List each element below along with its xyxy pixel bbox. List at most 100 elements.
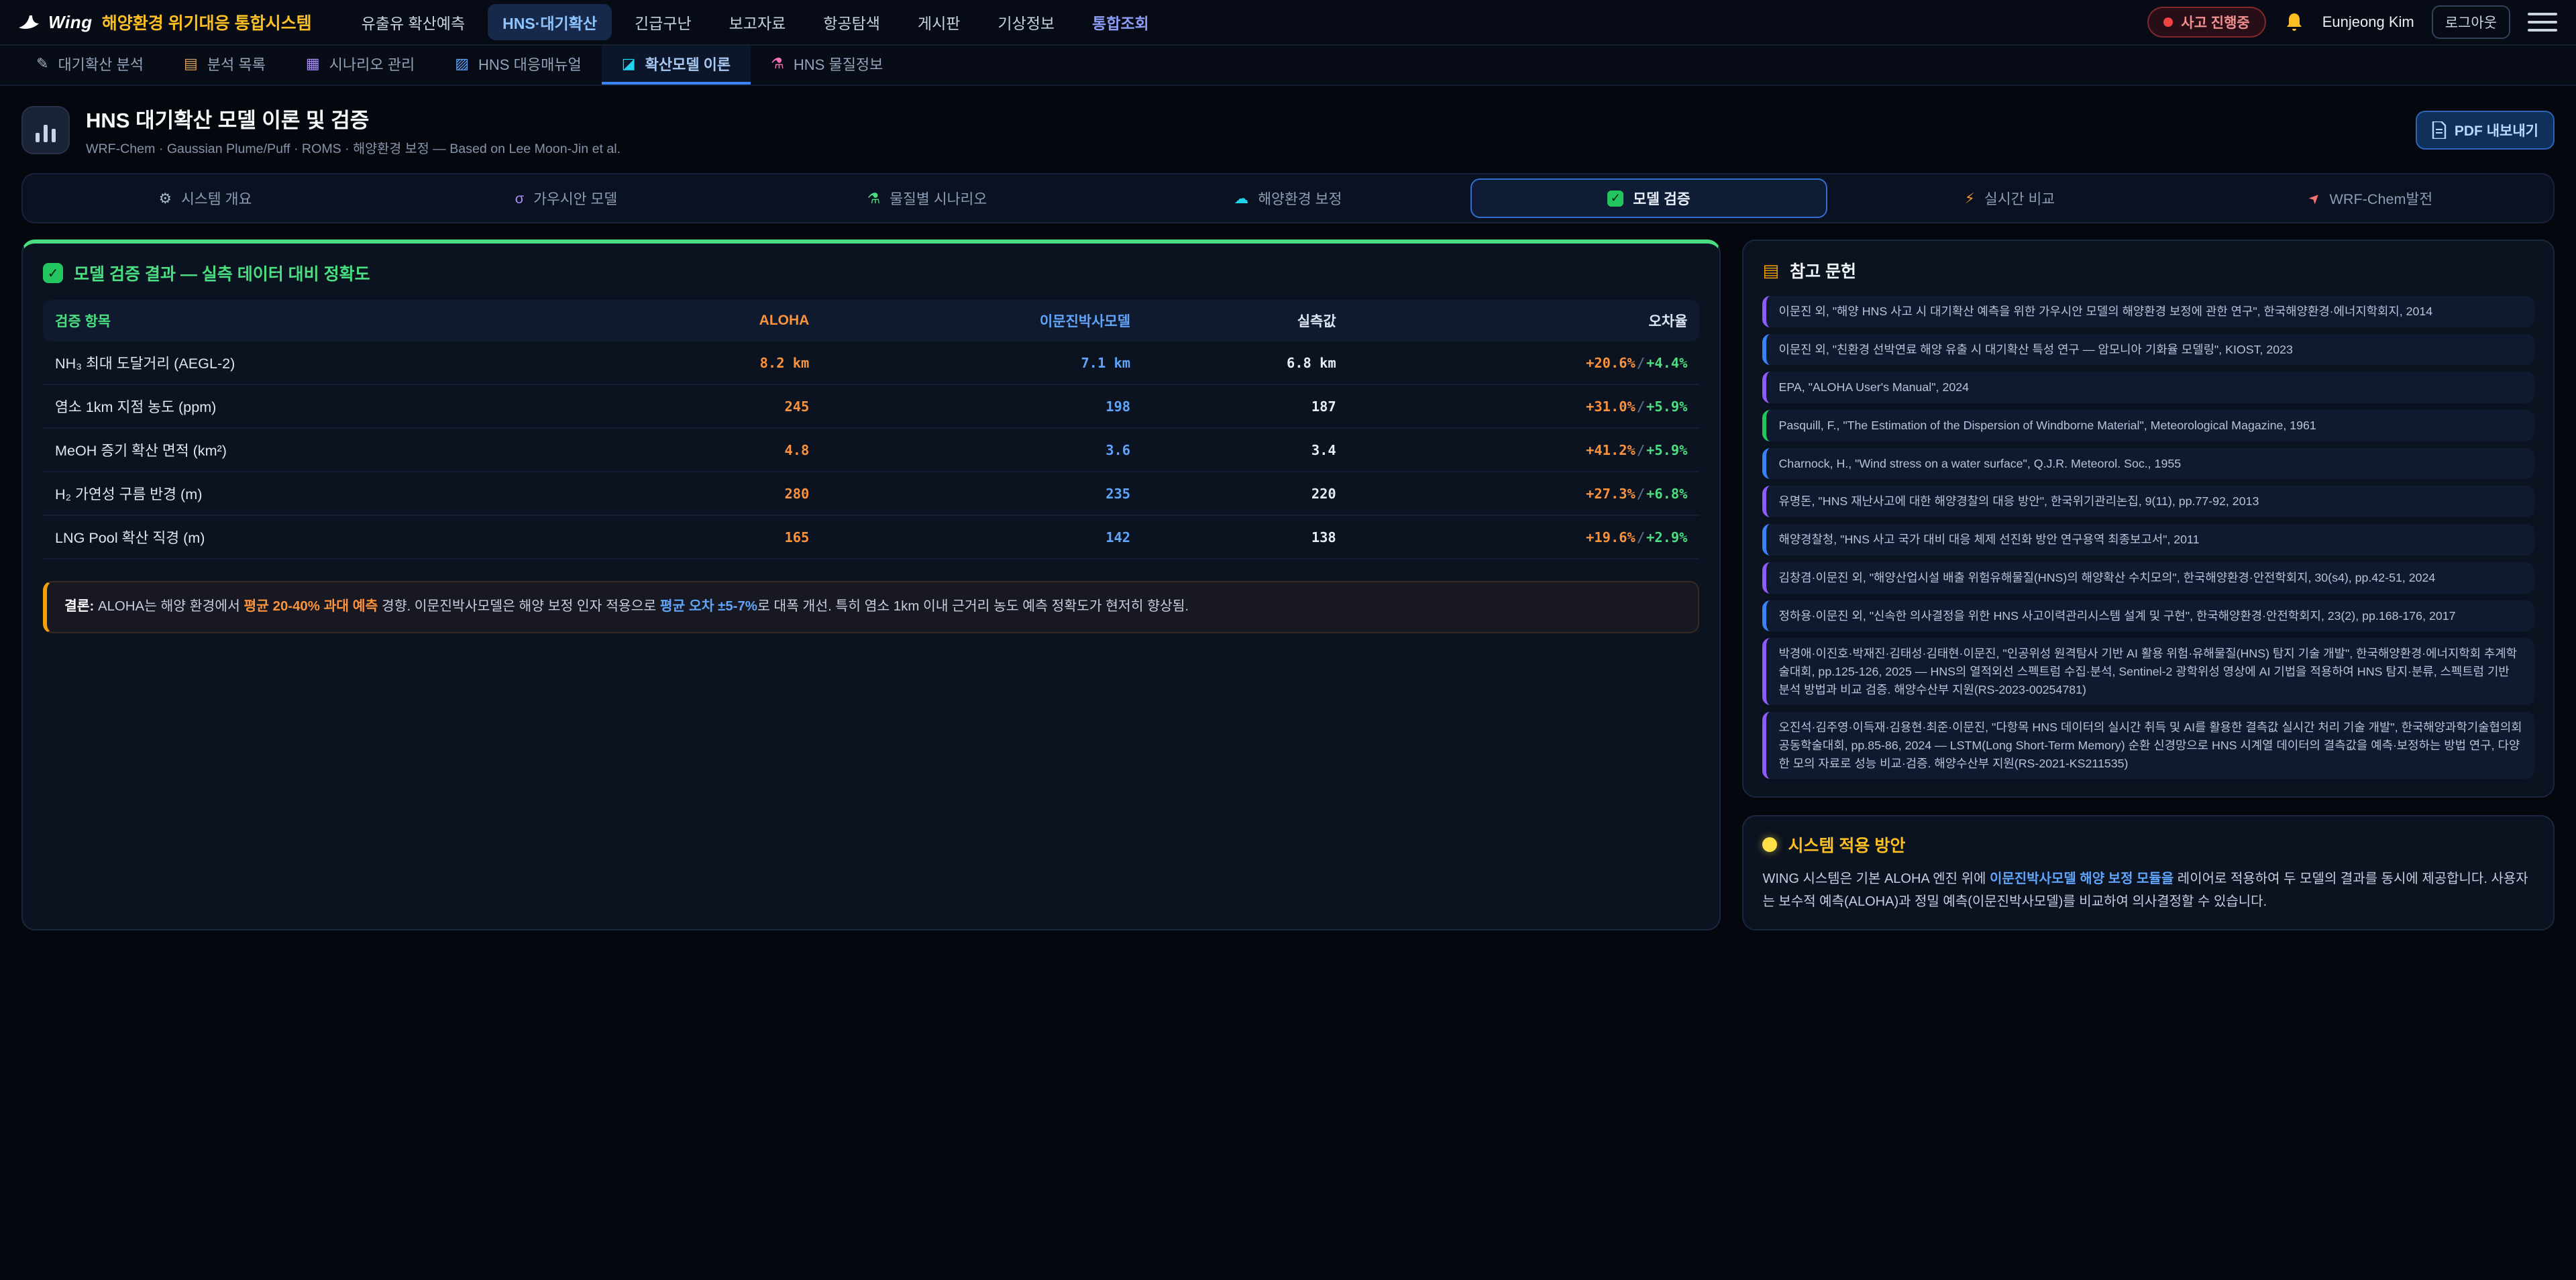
module-tab-bar: ✎ 대기확산 분석 ▤ 분석 목록 ▦ 시나리오 관리 ▨ HNS 대응매뉴얼 … <box>0 46 2576 86</box>
chart-icon: ◪ <box>622 55 636 72</box>
page-subtitle: WRF-Chem · Gaussian Plume/Puff · ROMS · … <box>86 138 621 157</box>
nav-item-weather[interactable]: 기상정보 <box>983 4 1069 40</box>
brand: Wing 해양환경 위기대응 통합시스템 <box>19 10 312 34</box>
wing-logo-icon <box>19 14 39 30</box>
page-title: HNS 대기확산 모델 이론 및 검증 <box>86 103 621 134</box>
model-value: 235 <box>821 472 1142 515</box>
table-row: MeOH 증기 확산 면적 (km²) 4.8 3.6 3.4 +41.2%/+… <box>43 428 1699 472</box>
metric-name: LNG Pool 확산 직경 (m) <box>43 515 614 559</box>
references-card: ▤ 참고 문헌 이문진 외, "해양 HNS 사고 시 대기확산 예측을 위한 … <box>1742 239 2555 798</box>
nav-item-reports[interactable]: 보고자료 <box>714 4 801 40</box>
notification-bell-icon[interactable] <box>2284 11 2305 33</box>
error-rate: +41.2%/+5.9% <box>1348 428 1700 472</box>
document-icon <box>2432 121 2447 139</box>
nav-item-integrated-search[interactable]: 통합조회 <box>1077 4 1164 40</box>
top-navbar: Wing 해양환경 위기대응 통합시스템 유출유 확산예측 HNS·대기확산 긴… <box>0 0 2576 46</box>
lightning-icon: ⚡ <box>1965 190 1975 207</box>
subtab-dispersion-analysis[interactable]: ✎ 대기확산 분석 <box>16 46 164 85</box>
nav-item-rescue[interactable]: 긴급구난 <box>620 4 706 40</box>
alert-dot-icon <box>2163 17 2173 27</box>
notebook-icon: ▤ <box>184 55 198 72</box>
column-header-model: 이문진박사모델 <box>821 300 1142 341</box>
subtab-analysis-list[interactable]: ▤ 분석 목록 <box>164 46 286 85</box>
column-header-measured: 실측값 <box>1142 300 1348 341</box>
nav-item-oil-spill[interactable]: 유출유 확산예측 <box>347 4 480 40</box>
section-tab-substance-scenarios[interactable]: ⚗ 물질별 시나리오 <box>749 178 1106 218</box>
application-title: 시스템 적용 방안 <box>1762 833 2534 857</box>
section-tab-marine-correction[interactable]: ☁ 해양환경 보정 <box>1110 178 1466 218</box>
reference-item: Pasquill, F., "The Estimation of the Dis… <box>1762 410 2534 441</box>
incident-badge-label: 사고 진행중 <box>2181 12 2249 32</box>
validation-card-title: ✓ 모델 검증 결과 — 실측 데이터 대비 정확도 <box>43 261 1699 285</box>
table-row: H₂ 가연성 구름 반경 (m) 280 235 220 +27.3%/+6.8… <box>43 472 1699 515</box>
subtab-dispersion-model-theory[interactable]: ◪ 확산모델 이론 <box>602 46 751 85</box>
aloha-value: 4.8 <box>614 428 821 472</box>
check-icon: ✓ <box>1607 191 1623 207</box>
table-row: NH₃ 최대 도달거리 (AEGL-2) 8.2 km 7.1 km 6.8 k… <box>43 341 1699 384</box>
metric-name: NH₃ 최대 도달거리 (AEGL-2) <box>43 341 614 384</box>
application-card: 시스템 적용 방안 WING 시스템은 기본 ALOHA 엔진 위에 이문진박사… <box>1742 815 2555 930</box>
reference-item: Charnock, H., "Wind stress on a water su… <box>1762 448 2534 480</box>
flask-icon: ⚗ <box>867 190 880 207</box>
measured-value: 187 <box>1142 384 1348 428</box>
menu-hamburger-icon[interactable] <box>2528 10 2557 34</box>
gear-icon: ⚙ <box>159 190 172 207</box>
column-header-item: 검증 항목 <box>43 300 614 341</box>
reference-item: 정하용·이문진 외, "신속한 의사결정을 위한 HNS 사고이력관리시스템 설… <box>1762 600 2534 632</box>
reference-item: 해양경찰청, "HNS 사고 국가 대비 대응 체제 선진화 방안 연구용역 최… <box>1762 524 2534 555</box>
column-header-aloha: ALOHA <box>614 300 821 341</box>
section-tab-wrf-chem[interactable]: ➤ WRF-Chem발전 <box>2192 178 2549 218</box>
subtab-hns-substance-info[interactable]: ⚗ HNS 물질정보 <box>751 46 903 85</box>
conclusion-note: 결론: ALOHA는 해양 환경에서 평균 20-40% 과대 예측 경향. 이… <box>43 581 1699 633</box>
section-tab-bar: ⚙ 시스템 개요 σ 가우시안 모델 ⚗ 물질별 시나리오 ☁ 해양환경 보정 … <box>21 173 2555 223</box>
check-icon: ✓ <box>43 263 63 283</box>
nav-item-board[interactable]: 게시판 <box>903 4 975 40</box>
aloha-value: 245 <box>614 384 821 428</box>
metric-name: MeOH 증기 확산 면적 (km²) <box>43 428 614 472</box>
metric-name: 염소 1km 지점 농도 (ppm) <box>43 384 614 428</box>
sigma-icon: σ <box>515 190 524 207</box>
topnav-right: 사고 진행중 Eunjeong Kim 로그아웃 <box>2147 5 2557 39</box>
table-row: LNG Pool 확산 직경 (m) 165 142 138 +19.6%/+2… <box>43 515 1699 559</box>
validation-card: ✓ 모델 검증 결과 — 실측 데이터 대비 정확도 검증 항목 ALOHA 이… <box>21 239 1721 930</box>
rocket-icon: ➤ <box>2304 189 2324 209</box>
model-value: 3.6 <box>821 428 1142 472</box>
pencil-icon: ✎ <box>36 55 48 72</box>
cloud-icon: ☁ <box>1234 190 1249 207</box>
section-tab-system-overview[interactable]: ⚙ 시스템 개요 <box>27 178 384 218</box>
validation-table: 검증 항목 ALOHA 이문진박사모델 실측값 오차율 NH₃ 최대 도달거리 … <box>43 300 1699 559</box>
books-icon: ▤ <box>1762 260 1779 281</box>
logout-button[interactable]: 로그아웃 <box>2432 5 2510 39</box>
measured-value: 3.4 <box>1142 428 1348 472</box>
page-header: HNS 대기확산 모델 이론 및 검증 WRF-Chem · Gaussian … <box>0 86 2576 170</box>
error-rate: +27.3%/+6.8% <box>1348 472 1700 515</box>
application-text: WING 시스템은 기본 ALOHA 엔진 위에 이문진박사모델 해양 보정 모… <box>1762 867 2534 913</box>
right-column: ▤ 참고 문헌 이문진 외, "해양 HNS 사고 시 대기확산 예측을 위한 … <box>1742 239 2555 930</box>
book-icon: ▨ <box>455 55 469 72</box>
lightbulb-icon <box>1762 837 1777 852</box>
section-tab-gaussian-model[interactable]: σ 가우시안 모델 <box>388 178 745 218</box>
references-title: ▤ 참고 문헌 <box>1762 258 2534 282</box>
error-rate: +19.6%/+2.9% <box>1348 515 1700 559</box>
app-root: Wing 해양환경 위기대응 통합시스템 유출유 확산예측 HNS·대기확산 긴… <box>0 0 2576 930</box>
subtab-hns-response-manual[interactable]: ▨ HNS 대응매뉴얼 <box>435 46 602 85</box>
metric-name: H₂ 가연성 구름 반경 (m) <box>43 472 614 515</box>
user-name: Eunjeong Kim <box>2322 13 2414 31</box>
nav-item-hns-dispersion[interactable]: HNS·대기확산 <box>488 4 612 40</box>
reference-item: 박경애·이진호·박재진·김태성·김태현·이문진, "인공위성 원격탐사 기반 A… <box>1762 638 2534 705</box>
aloha-value: 165 <box>614 515 821 559</box>
section-tab-realtime-comparison[interactable]: ⚡ 실시간 비교 <box>1831 178 2188 218</box>
error-rate: +20.6%/+4.4% <box>1348 341 1700 384</box>
error-rate: +31.0%/+5.9% <box>1348 384 1700 428</box>
table-row: 염소 1km 지점 농도 (ppm) 245 198 187 +31.0%/+5… <box>43 384 1699 428</box>
subtab-scenario-management[interactable]: ▦ 시나리오 관리 <box>286 46 435 85</box>
pdf-export-button[interactable]: PDF 내보내기 <box>2416 111 2555 150</box>
reference-item: 이문진 외, "해양 HNS 사고 시 대기확산 예측을 위한 가우시안 모델의… <box>1762 296 2534 327</box>
nav-item-aerial-search[interactable]: 항공탐색 <box>808 4 895 40</box>
model-value: 198 <box>821 384 1142 428</box>
reference-item: 이문진 외, "친환경 선박연료 해양 유출 시 대기확산 특성 연구 — 암모… <box>1762 334 2534 366</box>
section-tab-model-validation[interactable]: ✓ 모델 검증 <box>1470 178 1827 218</box>
aloha-value: 280 <box>614 472 821 515</box>
measured-value: 138 <box>1142 515 1348 559</box>
reference-item: 오진석·김주영·이득재·김용현·최준·이문진, "다항목 HNS 데이터의 실시… <box>1762 712 2534 779</box>
